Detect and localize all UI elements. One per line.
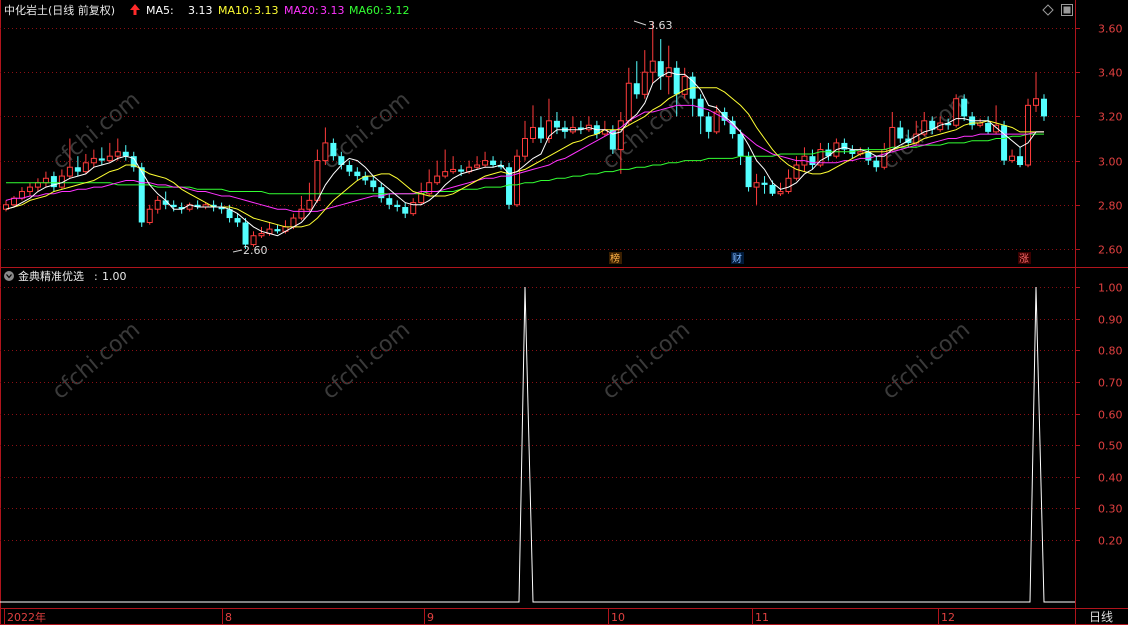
indicator-tick-label: 0.90	[1098, 314, 1123, 327]
ma20-value: 3.13	[320, 4, 345, 17]
candle	[953, 94, 960, 128]
indicator-tick-label: 0.50	[1098, 440, 1123, 453]
indicator-tick-label: 0.80	[1098, 345, 1123, 358]
price-tick-label: 3.40	[1098, 67, 1123, 80]
ma5-label: MA5:	[146, 4, 174, 17]
tag-cai[interactable]: 财	[732, 252, 742, 265]
candle	[1001, 120, 1008, 166]
collapse-circle-icon[interactable]	[4, 271, 14, 281]
ma10-value: 3.13	[254, 4, 279, 17]
candle	[514, 149, 521, 208]
indicator-name[interactable]: 金典精准优选	[18, 269, 84, 283]
ma5-value: 3.13	[188, 4, 213, 17]
period-label[interactable]: 日线	[1089, 610, 1113, 624]
price-tick-label: 2.60	[1098, 244, 1123, 257]
price-tick-label: 3.00	[1098, 156, 1123, 169]
indicator-tick-label: 0.60	[1098, 409, 1123, 422]
candle	[506, 162, 513, 210]
indicator-value: 1.00	[102, 270, 127, 283]
indicator-header: 金典精准优选 : 1.00	[4, 269, 127, 283]
stock-chart-canvas[interactable]: cfchi.com cfchi.com cfchi.com cfchi.comcfch…	[0, 0, 1128, 625]
candle	[745, 151, 752, 192]
candle	[1025, 98, 1032, 168]
tag-bang[interactable]: 榜	[610, 252, 620, 265]
price-tick-label: 3.20	[1098, 111, 1123, 124]
indicator-tick-label: 0.70	[1098, 377, 1123, 390]
indicator-tick-label: 1.00	[1098, 282, 1123, 295]
time-tick-label: 9	[427, 611, 434, 624]
time-tick-label: 11	[755, 611, 769, 624]
maximize-icon-inner	[1063, 6, 1071, 14]
low-marker-label: 2.60	[243, 244, 268, 257]
indicator-tick-label: 0.20	[1098, 535, 1123, 548]
time-tick-label: 10	[611, 611, 625, 624]
ma10-label: MA10:	[218, 4, 253, 17]
ma60-label: MA60:	[349, 4, 384, 17]
time-tick-label: 8	[225, 611, 232, 624]
indicator-tick-label: 0.40	[1098, 472, 1123, 485]
tag-zhang[interactable]: 涨	[1019, 253, 1029, 265]
ma60-value: 3.12	[385, 4, 410, 17]
time-tick-label: 12	[941, 611, 955, 624]
stock-title[interactable]: 中化岩土(日线 前复权)	[4, 3, 115, 17]
price-tick-label: 3.60	[1098, 23, 1123, 36]
price-header: 中化岩土(日线 前复权) MA5: 3.13 MA10: 3.13 MA20: …	[4, 3, 410, 17]
indicator-tick-label: 0.30	[1098, 503, 1123, 516]
high-marker-label: 3.63	[648, 19, 673, 32]
indicator-colon: :	[94, 270, 98, 283]
ma20-label: MA20:	[284, 4, 319, 17]
price-tick-label: 2.80	[1098, 200, 1123, 213]
time-tick-label: 2022年	[7, 610, 46, 624]
